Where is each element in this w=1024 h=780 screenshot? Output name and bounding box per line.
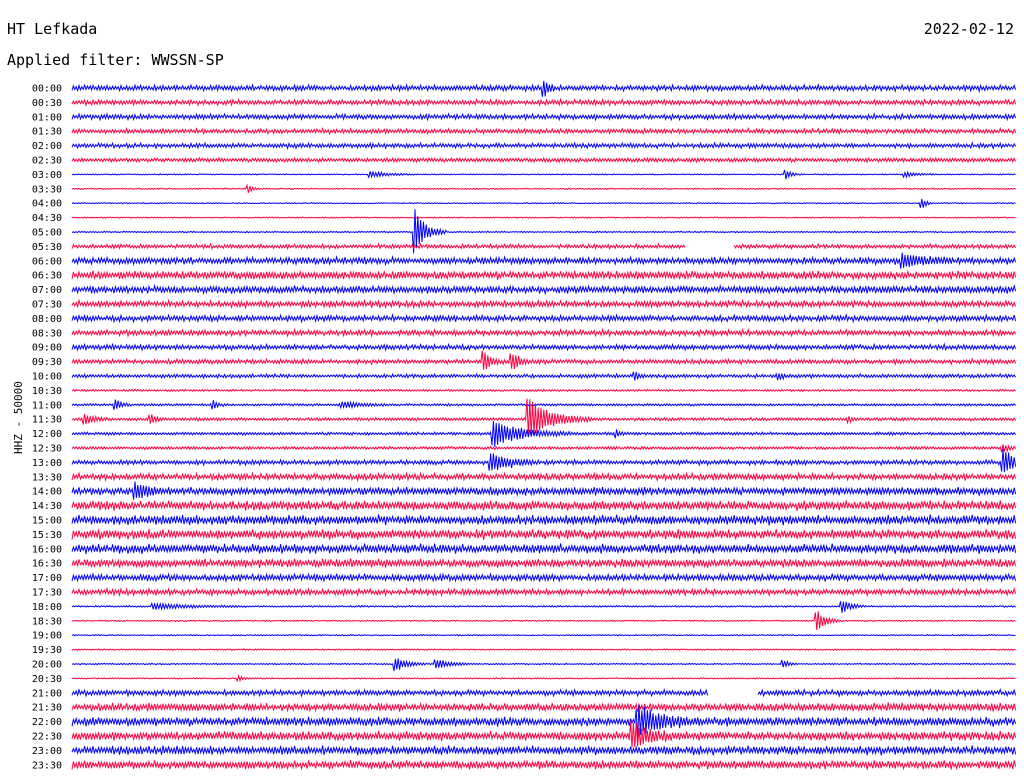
trace-line-2130 — [71, 701, 1017, 713]
trace-line-1330 — [71, 471, 1017, 483]
row-time-label: 09:30 — [32, 357, 62, 368]
row-time-label: 09:00 — [32, 343, 62, 354]
row-time-label: 05:30 — [32, 242, 62, 253]
row-time-label: 04:30 — [32, 213, 62, 224]
trace-line-0130 — [71, 126, 1017, 136]
trace-line-1700 — [71, 572, 1017, 583]
row-time-label: 20:00 — [32, 660, 62, 671]
helicorder-chart: 00:00 00:30 01:00 01:30 02:00 02:30 03:00 03:30… — [32, 80, 1017, 771]
row-time-label: 12:00 — [32, 429, 62, 440]
row-time-label: 13:30 — [32, 472, 62, 483]
trace-line-1300 — [71, 448, 1017, 473]
trace-line-0000 — [71, 80, 1017, 97]
trace-line-0300 — [71, 169, 1016, 180]
row-time-label: 08:30 — [32, 328, 62, 339]
row-time-label: 10:30 — [32, 386, 62, 397]
row-time-label: 03:00 — [32, 170, 62, 181]
trace-line-1430 — [71, 500, 1017, 512]
trace-line-1500 — [71, 514, 1017, 526]
row-time-label: 16:00 — [32, 544, 62, 555]
row-time-label: 23:30 — [32, 760, 62, 771]
trace-line-1930 — [71, 648, 1016, 651]
trace-line-2000 — [71, 658, 1016, 672]
row-time-label: 16:30 — [32, 559, 62, 570]
row-time-label: 14:30 — [32, 501, 62, 512]
trace-line-0100 — [71, 112, 1017, 122]
trace-line-1530 — [71, 528, 1017, 540]
row-time-label: 01:30 — [32, 127, 62, 138]
row-time-label: 14:00 — [32, 487, 62, 498]
row-time-label: 21:30 — [32, 703, 62, 714]
row-time-label: 19:30 — [32, 645, 62, 656]
trace-line-1830 — [71, 611, 1016, 630]
trace-line-1230 — [71, 444, 1017, 453]
trace-line-0200 — [71, 141, 1017, 150]
trace-line-0630 — [71, 269, 1017, 282]
row-time-label: 05:00 — [32, 228, 62, 239]
row-time-label: 00:30 — [32, 98, 62, 109]
row-time-label: 22:30 — [32, 732, 62, 743]
trace-line-0900 — [71, 342, 1017, 352]
row-time-label: 11:00 — [32, 400, 62, 411]
trace-line-0400 — [71, 198, 1016, 208]
trace-line-1030 — [71, 388, 1016, 393]
trace-line-0330 — [71, 183, 1016, 194]
row-time-label: 23:00 — [32, 746, 62, 757]
row-time-label: 13:00 — [32, 458, 62, 469]
row-time-label: 17:00 — [32, 573, 62, 584]
trace-line-2030 — [71, 674, 1016, 683]
trace-line-0030 — [71, 97, 1017, 107]
trace-line-0700 — [71, 283, 1017, 296]
row-time-label: 01:00 — [32, 112, 62, 123]
trace-line-1000 — [71, 371, 1017, 381]
trace-line-1730 — [71, 586, 1017, 598]
row-time-label: 02:30 — [32, 156, 62, 167]
trace-line-1100 — [71, 399, 1016, 410]
row-time-label: 15:00 — [32, 516, 62, 527]
trace-line-1800 — [71, 601, 1016, 613]
row-time-label: 08:00 — [32, 314, 62, 325]
trace-line-0800 — [71, 312, 1017, 324]
trace-line-1200 — [71, 421, 1017, 448]
row-time-label: 15:30 — [32, 530, 62, 541]
row-time-label: 04:00 — [32, 199, 62, 210]
row-time-label: 20:30 — [32, 674, 62, 685]
row-time-label: 18:30 — [32, 616, 62, 627]
row-time-label: 00:00 — [32, 84, 62, 95]
trace-line-0230 — [71, 156, 1017, 164]
trace-line-0830 — [71, 327, 1017, 338]
trace-line-1900 — [71, 633, 1016, 637]
trace-line-2300 — [71, 744, 1017, 756]
trace-line-1600 — [71, 543, 1017, 555]
row-time-label: 21:00 — [32, 688, 62, 699]
trace-line-0430 — [71, 216, 1016, 219]
trace-line-0530 — [71, 242, 1017, 251]
trace-line-0600 — [71, 252, 1017, 269]
row-time-label: 03:30 — [32, 184, 62, 195]
trace-line-0730 — [71, 298, 1017, 310]
row-time-label: 02:00 — [32, 141, 62, 152]
row-time-label: 17:30 — [32, 588, 62, 599]
row-time-label: 12:30 — [32, 444, 62, 455]
trace-line-2330 — [71, 759, 1017, 771]
row-time-label: 07:00 — [32, 285, 62, 296]
row-time-label: 19:00 — [32, 631, 62, 642]
row-time-label: 06:30 — [32, 271, 62, 282]
trace-line-1630 — [71, 557, 1017, 569]
trace-line-0930 — [71, 350, 1017, 370]
row-time-label: 11:30 — [32, 415, 62, 426]
trace-line-2100 — [71, 687, 1017, 698]
row-time-label: 06:00 — [32, 256, 62, 267]
trace-line-1400 — [71, 481, 1017, 500]
trace-line-2230 — [71, 721, 1017, 748]
row-time-label: 22:00 — [32, 717, 62, 728]
row-time-label: 10:00 — [32, 372, 62, 383]
row-time-label: 07:30 — [32, 300, 62, 311]
row-time-label: 18:00 — [32, 602, 62, 613]
